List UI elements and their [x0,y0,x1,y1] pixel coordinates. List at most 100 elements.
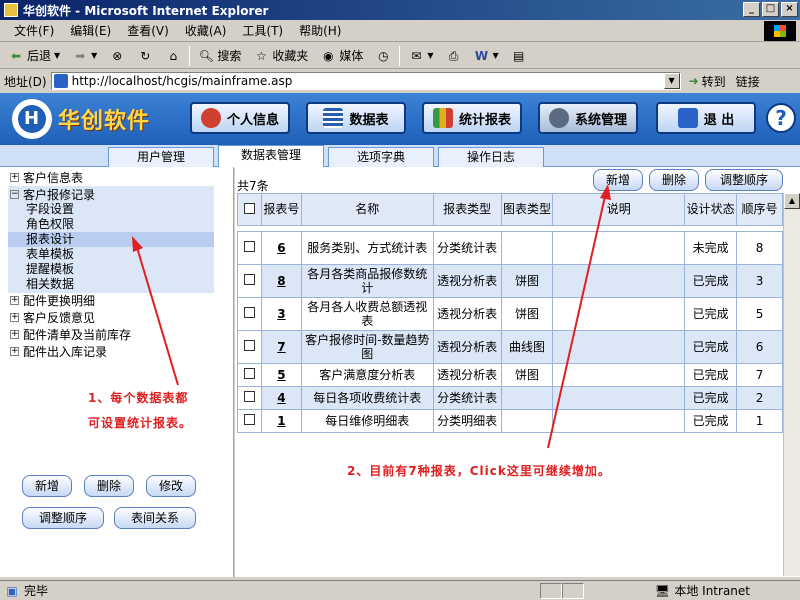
row-name: 客户报修时间-数量趋势图 [300,330,434,364]
expand-plus-icon[interactable]: + [10,313,19,322]
maximize-button[interactable]: □ [762,2,779,17]
table-row[interactable]: 7 客户报修时间-数量趋势图 透视分析表 曲线图 已完成 6 [237,330,783,364]
forward-button[interactable]: ➡ ▼ [68,45,101,67]
table-row[interactable]: 4 每日各项收费统计表 分类统计表 已完成 2 [237,386,783,410]
tree-reorder-button[interactable]: 调整顺序 [22,507,104,529]
table-row[interactable]: 1 每日维修明细表 分类明细表 已完成 1 [237,409,783,433]
col-desc[interactable]: 说明 [552,193,686,226]
tree-sub-field-settings[interactable]: 字段设置 [26,202,74,217]
go-button[interactable]: ➜ 转到 [689,73,726,90]
table-row[interactable]: 3 各月各人收费总额透视表 透视分析表 饼图 已完成 5 [237,297,783,331]
word-edit-button[interactable]: W ▼ [470,45,503,67]
col-chart[interactable]: 图表类型 [500,193,554,226]
tree-relation-button[interactable]: 表间关系 [114,507,196,529]
tree-item-parts-inventory[interactable]: + 配件清单及当前库存 [10,327,131,342]
report-delete-button[interactable]: 删除 [649,169,699,191]
collapse-minus-icon[interactable]: − [10,190,19,199]
print-button[interactable]: ⎙ [442,45,466,67]
media-button[interactable]: ◉ 媒体 [316,45,367,67]
menu-view[interactable]: 查看(V) [119,22,177,39]
tree-add-button[interactable]: 新增 [22,475,72,497]
tab-datatable-management[interactable]: 数据表管理 [218,145,324,168]
home-button[interactable]: ⌂ [161,45,185,67]
tree-item-repair-records[interactable]: − 客户报修记录 [10,187,95,202]
tab-operation-log[interactable]: 操作日志 [438,147,544,167]
row-id-link[interactable]: 4 [277,391,285,405]
row-checkbox[interactable] [243,414,255,425]
search-button[interactable]: 🔍︎ 搜索 [194,45,245,67]
nav-reports-button[interactable]: 统计报表 [422,102,522,134]
row-id-link[interactable]: 6 [277,241,285,255]
menu-edit[interactable]: 编辑(E) [62,22,119,39]
table-row[interactable]: 6 服务类别、方式统计表 分类统计表 未完成 8 [237,231,783,265]
row-id-cell: 6 [260,231,302,265]
report-reorder-button[interactable]: 调整顺序 [705,169,783,191]
nav-system-button[interactable]: 系统管理 [538,102,638,134]
row-id-link[interactable]: 8 [277,274,285,288]
row-checkbox[interactable] [243,391,255,402]
discuss-button[interactable]: ▤ [507,45,531,67]
row-id-link[interactable]: 5 [277,368,285,382]
row-checkbox[interactable] [243,274,255,285]
nav-datatable-button[interactable]: 数据表 [306,102,406,134]
close-button[interactable]: × [781,2,798,17]
history-button[interactable]: ◷ [371,45,395,67]
row-checkbox[interactable] [243,241,255,252]
row-id-cell: 4 [260,386,302,410]
row-status: 已完成 [684,264,738,298]
tree-item-customer-info[interactable]: + 客户信息表 [10,170,83,185]
col-status[interactable]: 设计状态 [684,193,738,226]
col-type[interactable]: 报表类型 [432,193,502,226]
col-order[interactable]: 顺序号 [736,193,783,226]
tree-delete-button[interactable]: 删除 [84,475,134,497]
vertical-scrollbar[interactable]: ▲ [783,193,800,576]
favorites-button[interactable]: ☆ 收藏夹 [249,45,312,67]
stop-button[interactable]: ⊗ [105,45,129,67]
menu-file[interactable]: 文件(F) [6,22,62,39]
expand-plus-icon[interactable]: + [10,347,19,356]
expand-plus-icon[interactable]: + [10,296,19,305]
expand-plus-icon[interactable]: + [10,330,19,339]
nav-profile-button[interactable]: 个人信息 [190,102,290,134]
menu-tools[interactable]: 工具(T) [234,22,291,39]
help-button[interactable]: ? [766,103,796,133]
nav-exit-button[interactable]: 退 出 [656,102,756,134]
select-all-checkbox[interactable] [243,202,255,214]
tree-sub-reminder-template[interactable]: 提醒模板 [26,262,74,277]
refresh-button[interactable]: ↻ [133,45,157,67]
tab-user-management[interactable]: 用户管理 [108,147,214,167]
expand-plus-icon[interactable]: + [10,173,19,182]
table-row[interactable]: 8 各月各类商品报修数统计 透视分析表 饼图 已完成 3 [237,264,783,298]
row-id-link[interactable]: 3 [277,307,285,321]
table-row[interactable]: 5 客户满意度分析表 透视分析表 饼图 已完成 7 [237,363,783,387]
row-id-link[interactable]: 7 [277,340,285,354]
report-add-button[interactable]: 新增 [593,169,643,191]
mail-dropdown-icon: ▼ [427,51,434,60]
tree-sub-form-template[interactable]: 表单模板 [26,247,74,262]
exit-icon [677,108,698,128]
minimize-button[interactable]: _ [743,2,760,17]
links-button[interactable]: 链接 [736,73,760,90]
col-id[interactable]: 报表号 [260,193,302,226]
row-checkbox[interactable] [243,368,255,379]
menu-favorites[interactable]: 收藏(A) [177,22,235,39]
tree-edit-button[interactable]: 修改 [146,475,196,497]
address-input[interactable]: http://localhost/hcgis/mainframe.asp ▼ [50,72,681,90]
tree-item-customer-feedback[interactable]: + 客户反馈意见 [10,310,95,325]
tree-item-parts-replacement[interactable]: + 配件更换明细 [10,293,95,308]
row-checkbox[interactable] [243,340,255,351]
scroll-up-icon[interactable]: ▲ [784,193,800,209]
go-arrow-icon: ➜ [688,74,699,88]
tree-item-parts-inout[interactable]: + 配件出入库记录 [10,344,107,359]
back-button[interactable]: ⬅ 后退 ▼ [4,45,64,67]
col-name[interactable]: 名称 [300,193,434,226]
tree-sub-role-permissions[interactable]: 角色权限 [26,217,74,232]
tab-option-dictionary[interactable]: 选项字典 [328,147,434,167]
tree-sub-report-design[interactable]: 报表设计 [8,232,214,247]
mail-button[interactable]: ✉ ▼ [404,45,437,67]
tree-sub-related-data[interactable]: 相关数据 [26,277,74,292]
row-id-link[interactable]: 1 [277,414,285,428]
row-checkbox[interactable] [243,307,255,318]
address-dropdown-icon[interactable]: ▼ [663,73,680,89]
menu-help[interactable]: 帮助(H) [291,22,349,39]
